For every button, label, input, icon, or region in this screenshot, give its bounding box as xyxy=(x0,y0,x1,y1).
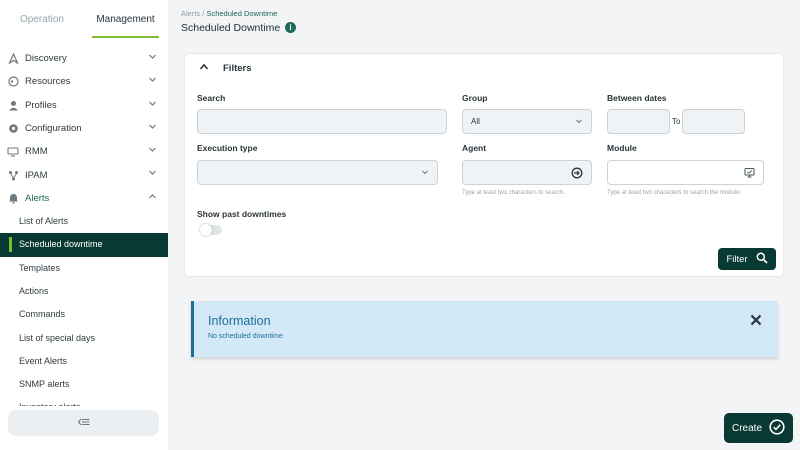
sidebar-nav: Discovery Resources Profiles Configurati… xyxy=(0,47,168,406)
profiles-icon xyxy=(7,99,19,111)
to-label: To xyxy=(672,117,681,126)
filter-button[interactable]: Filter xyxy=(718,248,776,270)
ipam-icon xyxy=(7,169,19,181)
group-value: All xyxy=(471,117,480,126)
agent-input[interactable] xyxy=(462,160,592,185)
sidebar-subitem-list-of-alerts[interactable]: List of Alerts xyxy=(0,210,168,233)
chevron-down-icon xyxy=(148,145,157,157)
search-label: Search xyxy=(197,93,226,103)
breadcrumb-current: Scheduled Downtime xyxy=(206,9,278,18)
group-select[interactable]: All xyxy=(462,109,592,134)
bell-icon xyxy=(7,192,19,204)
close-icon[interactable] xyxy=(750,314,762,328)
chevron-down-icon xyxy=(148,75,157,87)
sidebar-item-resources[interactable]: Resources xyxy=(0,70,168,93)
date-to-input[interactable] xyxy=(682,109,745,134)
filters-title: Filters xyxy=(223,63,252,74)
tab-management[interactable]: Management xyxy=(92,0,159,38)
rmm-icon xyxy=(7,146,19,158)
sidebar-item-label: Configuration xyxy=(25,123,82,135)
search-icon xyxy=(756,252,768,267)
chevron-down-icon xyxy=(421,168,429,178)
module-label: Module xyxy=(607,143,637,153)
collapse-sidebar-button[interactable] xyxy=(8,410,159,436)
show-past-downtimes-label: Show past downtimes xyxy=(197,209,287,219)
sidebar-subitem-special-days[interactable]: List of special days xyxy=(0,327,168,350)
chevron-down-icon xyxy=(148,168,157,180)
sidebar-item-configuration[interactable]: Configuration xyxy=(0,117,168,140)
sidebar-item-discovery[interactable]: Discovery xyxy=(0,47,168,70)
chevron-down-icon xyxy=(148,99,157,111)
info-message-box: Information No scheduled downtime xyxy=(191,301,778,357)
tab-operation[interactable]: Operation xyxy=(0,0,84,38)
chevron-down-icon xyxy=(148,52,157,64)
group-label: Group xyxy=(462,93,488,103)
sidebar-item-label: Resources xyxy=(25,76,71,88)
discovery-icon xyxy=(7,53,19,65)
sidebar-item-label: Discovery xyxy=(25,53,67,65)
chevron-up-icon xyxy=(199,63,209,74)
sidebar-item-rmm[interactable]: RMM xyxy=(0,140,168,163)
execution-type-select[interactable] xyxy=(197,160,438,185)
sidebar-subitem-commands[interactable]: Commands xyxy=(0,303,168,326)
sidebar-subitem-snmp-alerts[interactable]: SNMP alerts xyxy=(0,373,168,396)
breadcrumb-root[interactable]: Alerts xyxy=(181,9,200,18)
breadcrumb: Alerts / Scheduled Downtime xyxy=(181,9,277,18)
search-input[interactable] xyxy=(197,109,447,134)
module-hint: Type at least two characters to search t… xyxy=(607,190,742,196)
info-title: Information xyxy=(208,314,271,328)
sidebar-subitem-templates[interactable]: Templates xyxy=(0,257,168,280)
sidebar-subitem-scheduled-downtime[interactable]: Scheduled downtime xyxy=(0,233,168,257)
info-icon[interactable]: i xyxy=(285,22,296,33)
chevron-down-icon xyxy=(575,117,583,127)
filter-button-label: Filter xyxy=(726,253,748,265)
chevron-down-icon xyxy=(148,122,157,134)
agent-icon xyxy=(571,167,583,181)
info-message: No scheduled downtime xyxy=(208,333,283,340)
sidebar-subitem-inventory-alerts[interactable]: Inventory alerts xyxy=(0,396,168,406)
gear-icon xyxy=(7,123,19,135)
sidebar-item-alerts[interactable]: Alerts xyxy=(0,187,168,210)
sidebar-subitem-actions[interactable]: Actions xyxy=(0,280,168,303)
agent-hint: Type at least two characters to search. xyxy=(462,190,565,196)
show-past-downtimes-toggle[interactable] xyxy=(200,224,222,236)
page-title: Scheduled Downtime xyxy=(181,22,281,34)
sidebar-item-label: Profiles xyxy=(25,99,57,111)
sidebar-item-profiles[interactable]: Profiles xyxy=(0,94,168,117)
module-input[interactable] xyxy=(607,160,764,185)
check-circle-icon xyxy=(769,418,785,438)
sidebar-item-ipam[interactable]: IPAM xyxy=(0,163,168,186)
resources-icon xyxy=(7,76,19,88)
create-button[interactable]: Create xyxy=(724,413,793,443)
sidebar-subitem-event-alerts[interactable]: Event Alerts xyxy=(0,350,168,373)
sidebar-item-label: RMM xyxy=(25,146,48,158)
sidebar-item-label: Alerts xyxy=(25,192,50,204)
execution-type-label: Execution type xyxy=(197,143,258,153)
filters-toggle[interactable]: Filters xyxy=(199,63,252,74)
between-dates-label: Between dates xyxy=(607,93,667,103)
sidebar-item-label: IPAM xyxy=(25,169,48,181)
create-button-label: Create xyxy=(731,422,762,434)
sidebar-tabs: Operation Management xyxy=(0,0,168,40)
collapse-icon xyxy=(77,418,90,428)
agent-label: Agent xyxy=(462,143,487,153)
sidebar: Operation Management Discovery Resources… xyxy=(0,0,168,450)
module-icon xyxy=(744,167,755,180)
chevron-up-icon xyxy=(148,192,157,204)
date-from-input[interactable] xyxy=(607,109,670,134)
